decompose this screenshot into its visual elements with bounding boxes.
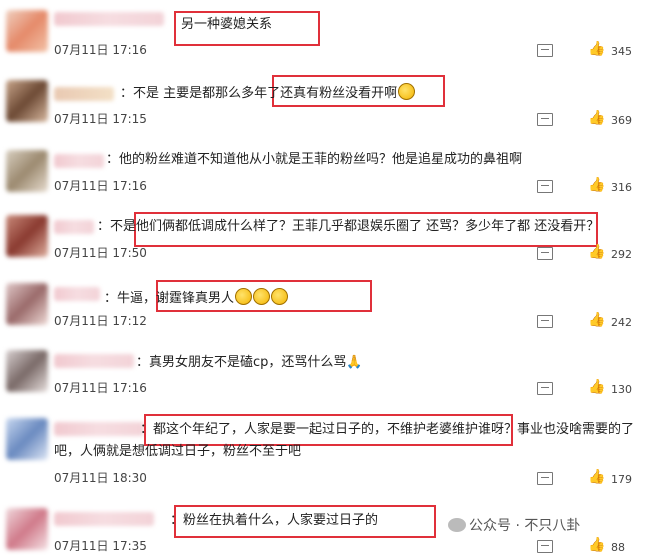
like-count: 345 [611,45,632,58]
comment-prefix: ： [136,355,150,370]
thumbs-up-icon[interactable]: 👍 [588,177,605,193]
laughing-emoji-icon [398,83,416,100]
comment-text: ：牛逼，谢霆锋真男人 [104,288,289,308]
comment-text: 另一种婆媳关系 [181,17,273,32]
like-count: 130 [611,383,632,396]
laughing-emoji-icon [253,288,271,305]
highlighted-text: 都这个年纪了，人家是要一起过日子的，不维护老婆维护谁呀？ [153,422,518,437]
username[interactable] [54,154,104,168]
timestamp: 07月11日 17:16 [54,179,147,193]
username[interactable] [54,287,100,301]
comment-prefix: ：不是 [97,219,137,234]
thumbs-up-icon[interactable]: 👍 [588,469,605,485]
avatar[interactable] [6,283,48,325]
timestamp: 07月11日 17:12 [54,314,147,328]
avatar[interactable] [6,80,48,122]
avatar[interactable] [6,215,48,257]
comment-text: ：都这个年纪了，人家是要一起过日子的，不维护老婆维护谁呀？事业也没啥需要的了 [140,421,634,439]
comment-icon[interactable] [537,113,553,126]
comment-icon[interactable] [537,382,553,395]
watermark: 公众号 · 不只八卦 [448,515,580,535]
comment-prefix: ： [140,422,154,437]
thumbs-up-icon[interactable]: 👍 [588,312,605,328]
comment-tail: 事业也没啥需要的了 [517,422,635,437]
pray-emoji-icon: 🙏 [346,355,363,370]
like-count: 242 [611,316,632,329]
highlighted-text: 谢霆锋真男人 [156,291,235,306]
thumbs-up-icon[interactable]: 👍 [588,244,605,260]
avatar[interactable] [6,350,48,392]
comment-text: ：不是 主要是都那么多年了还真有粉丝没看开啊 [120,83,416,103]
highlighted-text: 粉丝在执着什么，人家要过日子的 [183,513,379,528]
comment-prefix: ：牛逼， [104,291,157,306]
username[interactable] [54,512,154,526]
comment-icon[interactable] [537,540,553,553]
timestamp: 07月11日 18:30 [54,471,147,485]
highlighted-text: 他们俩都低调成什么样了？王菲几乎都退娱乐圈了 还骂？多少年了都 还没看开？ [136,219,600,234]
avatar[interactable] [6,508,48,550]
username[interactable] [54,422,144,436]
like-count: 316 [611,181,632,194]
comment-text: ：不是他们俩都低调成什么样了？王菲几乎都退娱乐圈了 还骂？多少年了都 还没看开？ [97,218,599,236]
timestamp: 07月11日 17:16 [54,43,147,57]
comment-text-line2: 吧，人俩就是想低调过日子，粉丝不至于吧 [54,444,302,459]
username[interactable] [54,354,134,368]
like-count: 88 [611,541,625,554]
laughing-emoji-icon [271,288,289,305]
avatar[interactable] [6,10,48,52]
comment-icon[interactable] [537,247,553,260]
comment-prefix: ： [106,152,120,167]
watermark-text: 公众号 · 不只八卦 [469,518,581,534]
wechat-icon [448,518,466,532]
comment-icon[interactable] [537,315,553,328]
timestamp: 07月11日 17:35 [54,539,147,553]
comment-text: ：真男女朋友不是磕cp，还骂什么骂🙏 [136,354,363,372]
comment-body: 他的粉丝难道不知道他从小就是王菲的粉丝吗？他是追星成功的鼻祖啊 [119,152,523,167]
comment-text: ：他的粉丝难道不知道他从小就是王菲的粉丝吗？他是追星成功的鼻祖啊 [106,151,522,169]
timestamp: 07月11日 17:15 [54,112,147,126]
laughing-emoji-icon [235,288,253,305]
comment-prefix: ： [170,513,184,528]
avatar[interactable] [6,150,48,192]
like-count: 292 [611,248,632,261]
comment-icon[interactable] [537,44,553,57]
comment-prefix: ：不是 主要是都那么多年了 [120,86,281,101]
comment-body: 真男女朋友不是磕cp，还骂什么骂 [149,355,347,370]
username[interactable] [54,220,94,234]
username[interactable] [54,87,114,101]
username[interactable] [54,12,164,26]
avatar[interactable] [6,418,48,460]
thumbs-up-icon[interactable]: 👍 [588,537,605,553]
thumbs-up-icon[interactable]: 👍 [588,110,605,126]
like-count: 369 [611,114,632,127]
highlighted-text: 还真有粉丝没看开啊 [280,86,398,101]
comment-icon[interactable] [537,180,553,193]
timestamp: 07月11日 17:50 [54,246,147,260]
comment-icon[interactable] [537,472,553,485]
thumbs-up-icon[interactable]: 👍 [588,41,605,57]
timestamp: 07月11日 17:16 [54,381,147,395]
like-count: 179 [611,473,632,486]
thumbs-up-icon[interactable]: 👍 [588,379,605,395]
comment-text: ：粉丝在执着什么，人家要过日子的 [170,512,378,530]
